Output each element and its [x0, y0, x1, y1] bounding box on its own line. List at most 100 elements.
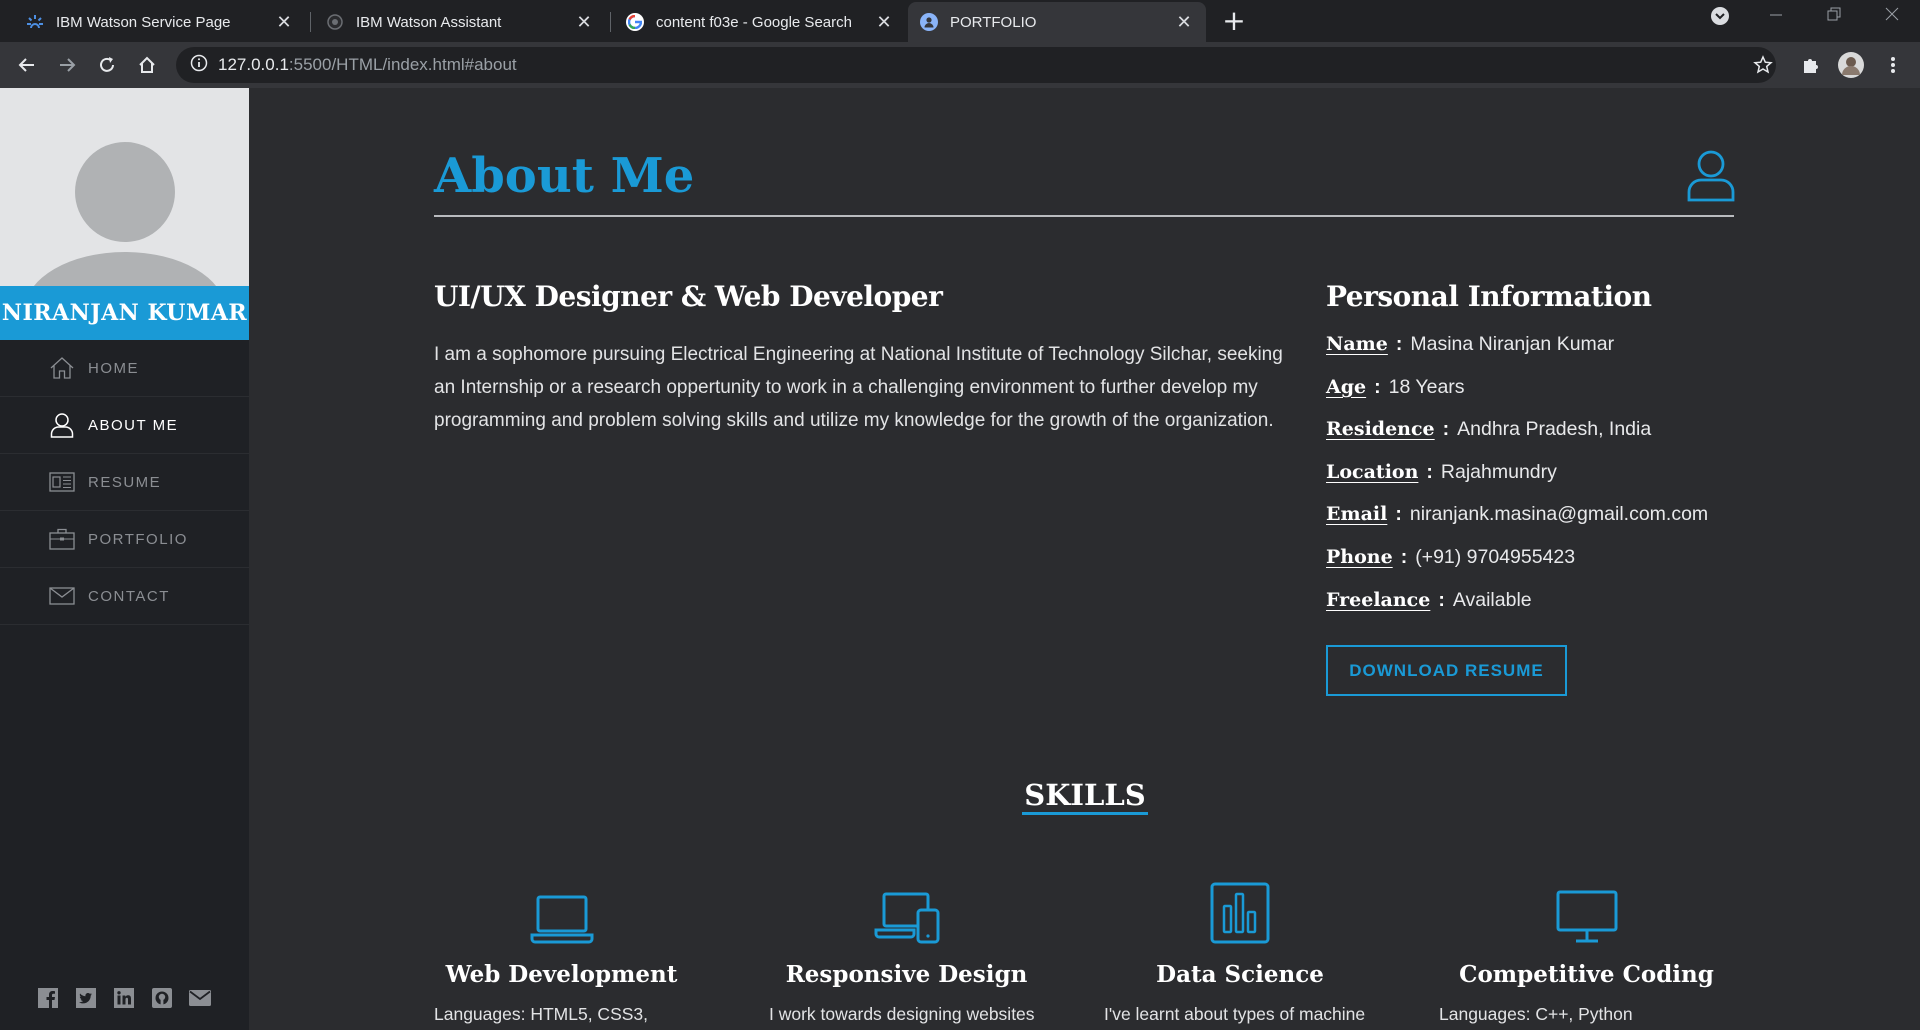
browser-tab-bar: IBM Watson Service Page ✕ IBM Watson Ass… [0, 0, 1920, 42]
skill-card-web-development: Web Development Languages: HTML5, CSS3, [434, 878, 734, 1025]
info-colon: : [1395, 503, 1402, 526]
sidebar-item-label: CONTACT [88, 587, 170, 605]
tab-title: content f03e - Google Search [656, 13, 852, 31]
info-row-name: Name: Masina Niranjan Kumar [1326, 333, 1708, 376]
tab-ibm-watson-assistant[interactable]: IBM Watson Assistant ✕ [314, 2, 606, 42]
twitter-icon[interactable] [74, 986, 98, 1010]
social-links [36, 986, 212, 1010]
close-window-icon[interactable] [1884, 6, 1900, 26]
monitor-icon [1439, 878, 1734, 944]
new-tab-button[interactable]: + [1220, 7, 1248, 36]
info-colon: : [1374, 375, 1381, 398]
tab-close-icon[interactable]: ✕ [1174, 12, 1194, 33]
ibm-favicon-icon [26, 13, 44, 31]
extensions-puzzle-icon[interactable] [1798, 52, 1824, 78]
envelope-icon [49, 583, 75, 609]
tab-divider [310, 12, 311, 32]
portfolio-sidebar: NIRANJAN KUMAR HOME ABOUT ME RESUME PORT… [0, 88, 249, 1030]
url-path: :5500/HTML/index.html#about [288, 55, 517, 74]
about-section: About Me UI/UX Designer & Web Developer … [249, 88, 1920, 1030]
owner-name: NIRANJAN KUMAR [0, 286, 249, 340]
sidebar-nav: HOME ABOUT ME RESUME PORTFOLIO CONTACT [0, 340, 249, 625]
tab-divider [610, 12, 611, 32]
home-icon [49, 355, 75, 381]
tab-portfolio[interactable]: PORTFOLIO ✕ [908, 2, 1206, 42]
info-row-age: Age:18 Years [1326, 376, 1708, 419]
sidebar-item-about-me[interactable]: ABOUT ME [0, 397, 249, 454]
info-row-phone: Phone: (+91) 9704955423 [1326, 546, 1708, 589]
url-host: 127.0.0.1 [218, 55, 289, 74]
page-title: About Me [434, 148, 695, 204]
tab-close-icon[interactable]: ✕ [574, 12, 594, 33]
bookmark-star-icon[interactable] [1750, 52, 1776, 78]
user-icon [49, 412, 75, 438]
info-label: Freelance [1326, 588, 1431, 611]
info-row-residence: Residence: Andhra Pradesh, India [1326, 418, 1708, 461]
sidebar-item-resume[interactable]: RESUME [0, 454, 249, 511]
info-label: Phone [1326, 545, 1393, 568]
avatar [0, 88, 249, 286]
personal-info-heading: Personal Information [1326, 280, 1652, 313]
url-text: 127.0.0.1:5500/HTML/index.html#about [218, 55, 517, 75]
back-arrow-icon[interactable] [14, 52, 40, 78]
mail-icon[interactable] [188, 986, 212, 1010]
minimize-icon[interactable] [1768, 6, 1784, 26]
info-value: Available [1452, 588, 1532, 611]
home-icon[interactable] [134, 52, 160, 78]
more-menu-icon[interactable] [1880, 52, 1906, 78]
briefcase-icon [49, 526, 75, 552]
info-value: Andhra Pradesh, India [1457, 418, 1652, 441]
tab-search-icon[interactable] [1710, 6, 1730, 30]
browser-toolbar: 127.0.0.1:5500/HTML/index.html#about [0, 42, 1920, 88]
github-icon[interactable] [150, 986, 174, 1010]
linkedin-icon[interactable] [112, 986, 136, 1010]
tab-google-search[interactable]: content f03e - Google Search ✕ [614, 2, 906, 42]
skill-description: I've learnt about types of machine [1104, 1004, 1366, 1024]
skill-card-responsive-design: Responsive Design I work towards designi… [769, 878, 1069, 1025]
info-row-email: Email: niranjank.masina@gmail.com.com [1326, 503, 1708, 546]
info-label: Email [1326, 503, 1388, 526]
tab-title: IBM Watson Service Page [56, 13, 231, 31]
tab-ibm-watson-service[interactable]: IBM Watson Service Page ✕ [14, 2, 306, 42]
sidebar-item-contact[interactable]: CONTACT [0, 568, 249, 625]
profile-favicon-icon [920, 13, 938, 31]
address-bar[interactable]: 127.0.0.1:5500/HTML/index.html#about [176, 47, 1776, 83]
title-divider [434, 215, 1734, 217]
skill-description: Languages: C++, Python [1439, 1004, 1633, 1024]
skill-card-competitive-coding: Competitive Coding Languages: C++, Pytho… [1439, 878, 1739, 1025]
info-colon: : [1442, 418, 1450, 441]
sidebar-item-label: ABOUT ME [88, 416, 179, 434]
devices-icon [769, 878, 1044, 944]
user-icon [1687, 150, 1735, 206]
info-colon: : [1438, 588, 1445, 611]
skill-name: Web Development [445, 961, 678, 988]
tab-close-icon[interactable]: ✕ [274, 12, 294, 33]
skills-heading: SKILLS [1024, 778, 1146, 812]
sidebar-item-home[interactable]: HOME [0, 340, 249, 397]
info-row-freelance: Freelance: Available [1326, 589, 1708, 632]
skill-description: I work towards designing websites [769, 1004, 1035, 1024]
skill-name: Competitive Coding [1459, 961, 1714, 988]
info-value: Rajahmundry [1440, 460, 1557, 483]
skill-name: Data Science [1156, 961, 1324, 988]
sidebar-item-portfolio[interactable]: PORTFOLIO [0, 511, 249, 568]
site-info-icon[interactable] [190, 54, 208, 76]
restore-icon[interactable] [1826, 6, 1842, 26]
info-value: (+91) 9704955423 [1415, 545, 1576, 568]
info-label: Name [1326, 333, 1388, 355]
forward-arrow-icon[interactable] [54, 52, 80, 78]
bio-text: I am a sophomore pursuing Electrical Eng… [434, 344, 1283, 431]
tab-title: PORTFOLIO [950, 13, 1037, 31]
watson-favicon-icon [326, 13, 344, 31]
resume-icon [49, 469, 75, 495]
facebook-icon[interactable] [36, 986, 60, 1010]
profile-avatar-icon[interactable] [1838, 52, 1864, 78]
role-heading: UI/UX Designer & Web Developer [434, 280, 943, 313]
reload-icon[interactable] [94, 52, 120, 78]
info-label: Location [1326, 460, 1419, 483]
download-resume-button[interactable]: DOWNLOAD RESUME [1326, 645, 1567, 696]
info-label: Age [1326, 375, 1367, 398]
info-value: niranjank.masina@gmail.com.com [1409, 503, 1709, 526]
tab-close-icon[interactable]: ✕ [874, 12, 894, 33]
laptop-icon [434, 878, 689, 944]
